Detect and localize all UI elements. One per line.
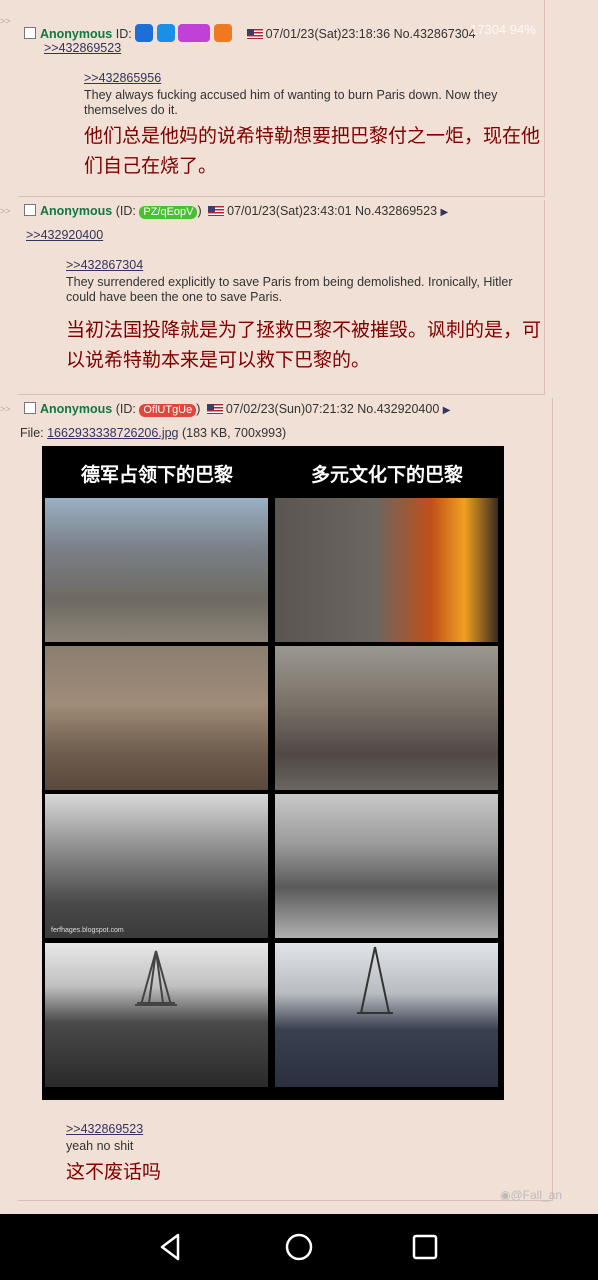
android-nav-bar — [0, 1214, 598, 1280]
back-icon[interactable] — [154, 1230, 188, 1264]
post-432869523: Anonymous (ID: PZ/qEopV) 07/01/23(Sat)23… — [18, 200, 545, 395]
post-text-en: yeah no shit — [66, 1139, 134, 1153]
weibo-icon: ◉ — [500, 1188, 511, 1202]
post-datetime: 07/02/23(Sun)07:21:32 — [225, 402, 354, 416]
post-datetime: 07/01/23(Sat)23:43:01 — [227, 204, 352, 218]
play-icon — [213, 24, 232, 42]
poster-name: Anonymous — [40, 27, 113, 41]
us-flag-icon — [208, 206, 225, 216]
app-icons — [135, 24, 240, 42]
file-link[interactable]: 1662933338726206.jpg — [47, 426, 178, 440]
post-image[interactable]: 德军占领下的巴黎 多元文化下的巴黎 ferfhages.blogspot.com — [42, 446, 504, 1100]
post-432867304: Anonymous ID: 07/01/23(Sat)23:18:36 No.4… — [18, 0, 545, 197]
photo-crowd-street — [275, 646, 498, 790]
backlink[interactable]: >>432920400 — [26, 228, 103, 242]
collage-title-left: 德军占领下的巴黎 — [80, 465, 233, 486]
post-text-zh: 这不废话吗 — [66, 1162, 162, 1183]
photo-hitler-eiffel — [45, 943, 268, 1087]
app-icon — [178, 24, 211, 42]
select-checkbox[interactable] — [24, 204, 36, 216]
post-number[interactable]: No.432920400 — [357, 402, 439, 416]
select-checkbox[interactable] — [24, 402, 36, 414]
post-number[interactable]: No.432869523 — [355, 204, 437, 218]
poster-id[interactable]: OflUTgUe — [139, 404, 197, 417]
id-label: ID: — [119, 204, 136, 218]
eiffel-tower-icon — [135, 950, 177, 1006]
id-label: ID: — [119, 402, 136, 416]
photo-occupied-street — [45, 498, 268, 642]
photo-street-fight — [275, 794, 498, 938]
backlink[interactable]: >>432869523 — [44, 41, 121, 55]
select-checkbox[interactable] — [24, 27, 36, 39]
post-text-zh: 他们总是他妈的说希特勒想要把巴黎付之一炬，现在他们自己在烧了。 — [84, 126, 541, 177]
side-marker: >> — [0, 404, 11, 414]
post-number[interactable]: No.432867304 — [394, 27, 476, 41]
post-text-en: They always fucking accused him of wanti… — [84, 88, 498, 117]
photo-garbage-eiffel — [275, 943, 498, 1087]
file-size: (183 KB, 700x993) — [181, 426, 287, 440]
file-info-line: File: 1662933338726206.jpg (183 KB, 700x… — [20, 426, 286, 440]
post-menu-icon[interactable]: ▶ — [441, 207, 449, 218]
weibo-watermark: ◉@Fall_an — [500, 1188, 563, 1202]
home-icon[interactable] — [282, 1230, 316, 1264]
collage-title-right: 多元文化下的巴黎 — [310, 465, 463, 486]
photo-occupied-stairs — [45, 646, 268, 790]
app-icon — [135, 24, 154, 42]
file-label: File: — [20, 426, 44, 440]
poster-name: Anonymous — [40, 402, 113, 416]
photo-watermark: ferfhages.blogspot.com — [51, 927, 124, 934]
recents-icon[interactable] — [408, 1230, 442, 1264]
side-marker: >> — [0, 206, 11, 216]
search-icon — [156, 24, 175, 42]
quote-link[interactable]: >>432869523 — [66, 1122, 143, 1136]
quote-link[interactable]: >>432867304 — [66, 258, 143, 272]
post-text-zh: 当初法国投降就是为了拯救巴黎不被摧毁。讽刺的是，可以说希特勒本来是可以救下巴黎的… — [66, 320, 542, 371]
post-datetime: 07/01/23(Sat)23:18:36 — [265, 27, 391, 41]
us-flag-icon — [206, 404, 223, 414]
poster-name: Anonymous — [40, 204, 113, 218]
poster-id[interactable]: PZ/qEopV — [139, 206, 198, 219]
status-overlay: 17304 94% — [470, 22, 536, 37]
post-text-en: They surrendered explicitly to save Pari… — [66, 275, 513, 304]
post-menu-icon[interactable]: ▶ — [443, 405, 451, 416]
photo-riot-fire — [275, 498, 498, 642]
side-marker: >> — [0, 16, 11, 26]
photo-occupied-cafe: ferfhages.blogspot.com — [45, 794, 268, 938]
id-label: ID: — [115, 27, 132, 41]
quote-link[interactable]: >>432865956 — [84, 71, 161, 85]
eiffel-tower-icon — [357, 946, 393, 1014]
us-flag-icon — [246, 29, 263, 39]
